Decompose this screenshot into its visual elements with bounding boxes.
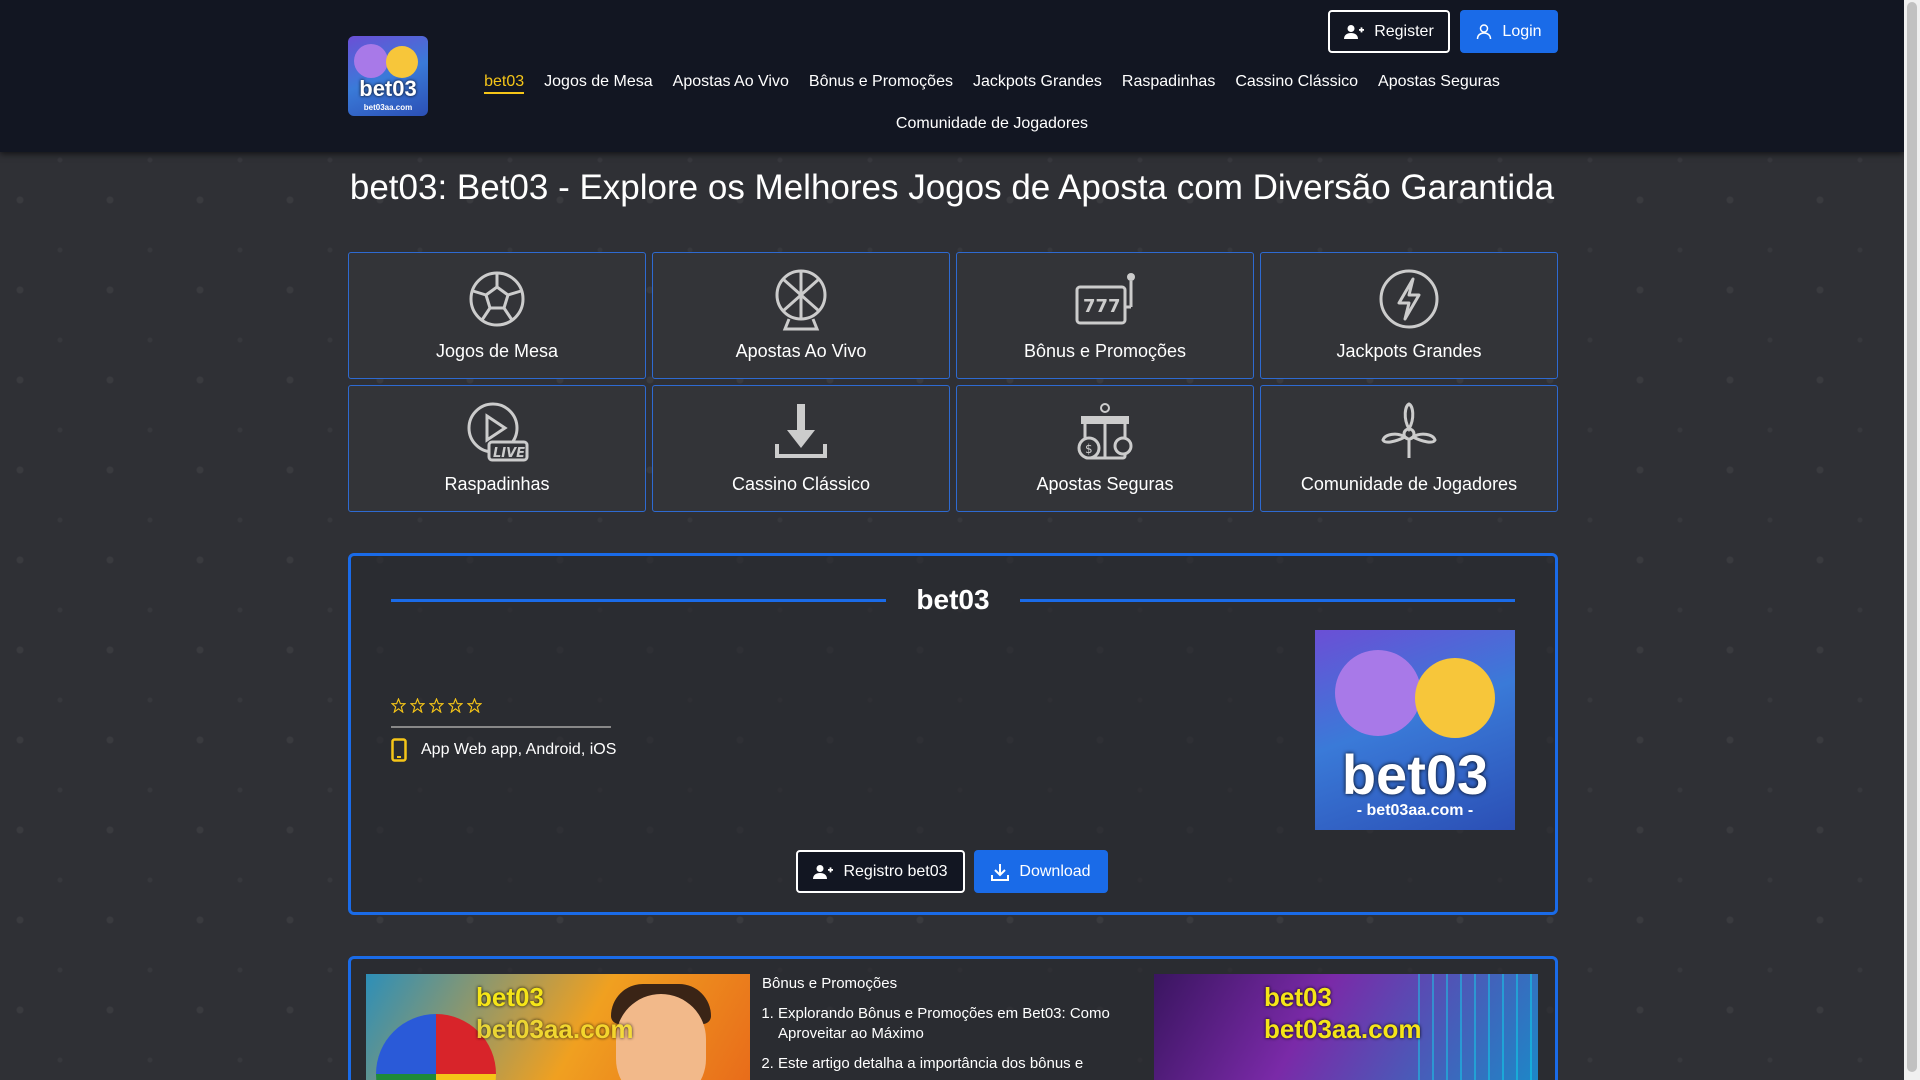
download-icon (991, 863, 1010, 881)
download-label: Download (1019, 862, 1091, 880)
star-icon (448, 698, 463, 713)
logo-text: bet03 (359, 76, 417, 101)
category-label: Comunidade de Jogadores (1300, 474, 1518, 494)
category-label: Raspadinhas (444, 474, 550, 494)
vertical-scrollbar[interactable] (1904, 0, 1920, 1080)
nav-item-raspadinhas[interactable]: Raspadinhas (1122, 72, 1215, 94)
nav-item-apostas-seguras[interactable]: Apostas Seguras (1378, 72, 1500, 94)
lottery-ball-icon (775, 269, 827, 331)
panel-title-row: bet03 (391, 580, 1515, 620)
category-card-bonus-e-promocoes[interactable]: 777 Bônus e Promoções (956, 252, 1254, 379)
nav-item-bonus-e-promocoes[interactable]: Bônus e Promoções (809, 72, 953, 94)
nav-item-comunidade-de-jogadores[interactable]: Comunidade de Jogadores (896, 114, 1088, 134)
nav-item-apostas-ao-vivo[interactable]: Apostas Ao Vivo (673, 72, 789, 94)
articles-panel: bet03 bet03aa.com Bônus e Promoções Expl… (348, 956, 1558, 1080)
scrollbar-thumb[interactable] (1907, 2, 1917, 1072)
register-label: Register (1374, 22, 1434, 40)
nav-item-bet03[interactable]: bet03 (484, 72, 525, 94)
yellow-bear-mascot (1415, 658, 1495, 738)
registro-button[interactable]: Registro bet03 (796, 850, 965, 893)
neon-grid-illustration (1418, 974, 1538, 1080)
category-card-jackpots-grandes[interactable]: Jackpots Grandes (1260, 252, 1558, 379)
gift-chips-icon: $ (1077, 403, 1133, 460)
login-button[interactable]: Login (1460, 10, 1558, 53)
category-card-jogos-de-mesa[interactable]: Jogos de Mesa (348, 252, 646, 379)
app-platforms: App Web app, Android, iOS (391, 738, 616, 762)
user-plus-icon (813, 864, 834, 879)
category-card-apostas-seguras[interactable]: $ Apostas Seguras (956, 385, 1254, 512)
category-label: Apostas Ao Vivo (735, 341, 867, 361)
svg-text:777: 777 (1083, 296, 1121, 317)
category-card-cassino-classico[interactable]: Cassino Clássico (652, 385, 950, 512)
svg-text:LIVE: LIVE (493, 446, 525, 461)
category-card-raspadinhas[interactable]: LIVE Raspadinhas (348, 385, 646, 512)
category-card-apostas-ao-vivo[interactable]: Apostas Ao Vivo (652, 252, 950, 379)
title-divider-right (1019, 598, 1515, 602)
article-items: Explorando Bônus e Promoções em Bet03: C… (762, 1004, 1142, 1074)
nav-item-cassino-classico[interactable]: Cassino Clássico (1235, 72, 1358, 94)
panel-title: bet03 (916, 584, 990, 615)
article-list: Bônus e Promoções Explorando Bônus e Pro… (762, 975, 1142, 1080)
logo-subtext: bet03aa.com (363, 103, 413, 112)
yellow-bear-mascot (386, 46, 418, 78)
app-logo-text: bet03 (1341, 743, 1489, 806)
user-plus-icon (1344, 24, 1365, 39)
main-nav: bet03 Jogos de Mesa Apostas Ao Vivo Bônu… (480, 72, 1504, 134)
article-thumbnail-bonus[interactable]: bet03 bet03aa.com (366, 974, 750, 1080)
article-thumbnail-neon[interactable]: bet03 bet03aa.com (1154, 974, 1538, 1080)
user-icon (1477, 23, 1492, 39)
star-icon (410, 698, 425, 713)
app-platforms-text: App Web app, Android, iOS (421, 741, 617, 758)
app-logo-image: bet03 - bet03aa.com - (1315, 630, 1515, 830)
rating-divider (391, 726, 611, 728)
download-button[interactable]: Download (974, 850, 1108, 893)
star-icon (429, 698, 444, 713)
svg-text:$: $ (1085, 442, 1093, 456)
star-icon (391, 698, 406, 713)
registro-label: Registro bet03 (843, 862, 948, 880)
nav-item-jackpots-grandes[interactable]: Jackpots Grandes (973, 72, 1102, 94)
thumbnail-watermark-url: bet03aa.com (1264, 1014, 1422, 1044)
live-play-icon: LIVE (467, 402, 529, 462)
category-card-comunidade-de-jogadores[interactable]: Comunidade de Jogadores (1260, 385, 1558, 512)
category-label: Cassino Clássico (731, 474, 871, 494)
mobile-phone-icon (391, 738, 407, 762)
category-label: Jogos de Mesa (435, 341, 559, 361)
nav-item-jogos-de-mesa[interactable]: Jogos de Mesa (544, 72, 653, 94)
thumbnail-watermark: bet03 (476, 982, 544, 1012)
article-category[interactable]: Bônus e Promoções (762, 975, 1142, 992)
category-grid: Jogos de Mesa Apostas Ao Vivo 777 Bônus … (348, 252, 1558, 512)
purple-bear-mascot (354, 44, 388, 78)
star-icon (467, 698, 482, 713)
app-logo-subtext: - bet03aa.com - (1356, 802, 1474, 819)
propeller-icon (1381, 402, 1437, 458)
thumbnail-watermark: bet03 (1264, 982, 1332, 1012)
category-label: Apostas Seguras (1036, 474, 1174, 494)
category-label: Bônus e Promoções (1023, 341, 1187, 361)
slot-machine-icon: 777 (1075, 273, 1135, 325)
register-button[interactable]: Register (1328, 10, 1450, 53)
category-label: Jackpots Grandes (1336, 341, 1482, 361)
login-label: Login (1502, 22, 1542, 40)
download-arrow-icon (775, 404, 827, 458)
purple-bear-mascot (1335, 650, 1421, 736)
thumbnail-watermark-url: bet03aa.com (476, 1014, 634, 1044)
site-header: bet03 bet03aa.com Register Login bet03 J… (0, 0, 1904, 152)
lightning-icon (1379, 269, 1439, 329)
app-info-panel: bet03 App Web app, Android, iOS bet03 - … (348, 553, 1558, 915)
page-title: bet03: Bet03 - Explore os Melhores Jogos… (349, 168, 1555, 207)
soccer-ball-icon (469, 271, 525, 327)
rating-stars (391, 698, 482, 713)
title-divider-left (391, 598, 887, 602)
site-logo[interactable]: bet03 bet03aa.com (348, 36, 428, 116)
list-item[interactable]: Explorando Bônus e Promoções em Bet03: C… (778, 1004, 1142, 1044)
list-item[interactable]: Este artigo detalha a importância dos bô… (778, 1054, 1142, 1074)
